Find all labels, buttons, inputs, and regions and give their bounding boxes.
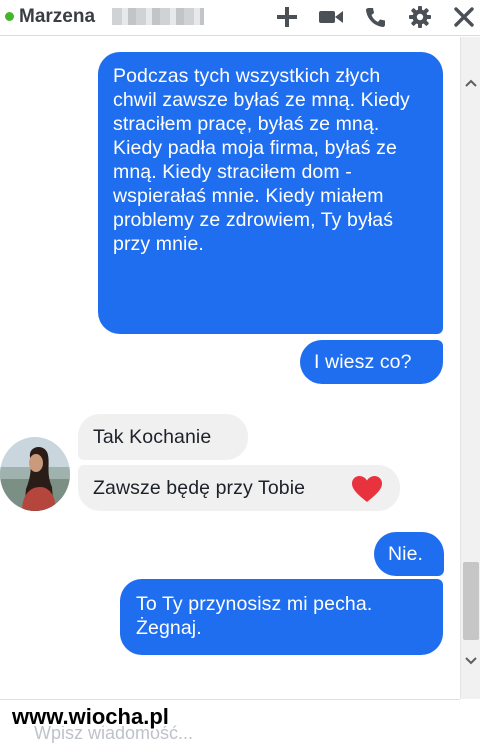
scroll-down-icon[interactable] — [461, 651, 480, 671]
censored-surname — [112, 8, 204, 25]
close-icon[interactable] — [450, 3, 478, 31]
chat-scrollbar[interactable] — [460, 37, 480, 699]
message-sent[interactable]: To Ty przynosisz mi pecha. Żegnaj. — [120, 579, 443, 655]
chat-header: Marzena — [0, 0, 480, 36]
add-person-icon[interactable] — [273, 3, 301, 31]
video-call-icon[interactable] — [317, 3, 345, 31]
contact-name[interactable]: Marzena — [19, 6, 95, 28]
message-sent[interactable]: Podczas tych wszystkich złych chwil zaws… — [98, 52, 443, 334]
message-received[interactable]: Tak Kochanie — [78, 414, 248, 460]
message-text: Zawsze będę przy Tobie — [93, 477, 306, 499]
online-status-indicator — [5, 12, 14, 21]
heart-icon — [352, 476, 382, 502]
message-sent[interactable]: I wiesz co? — [300, 340, 443, 384]
watermark: www.wiocha.pl — [12, 704, 169, 729]
scrollbar-thumb[interactable] — [463, 562, 479, 640]
compose-divider — [0, 699, 460, 700]
chat-window: Marzena Podczas tych wszystkich złych ch… — [0, 0, 480, 744]
phone-icon[interactable] — [362, 3, 390, 31]
message-received[interactable]: Zawsze będę przy Tobie — [78, 465, 400, 511]
contact-avatar[interactable] — [0, 437, 70, 511]
settings-gear-icon[interactable] — [406, 3, 434, 31]
message-sent[interactable]: Nie. — [374, 532, 444, 576]
scroll-up-icon[interactable] — [461, 73, 480, 93]
